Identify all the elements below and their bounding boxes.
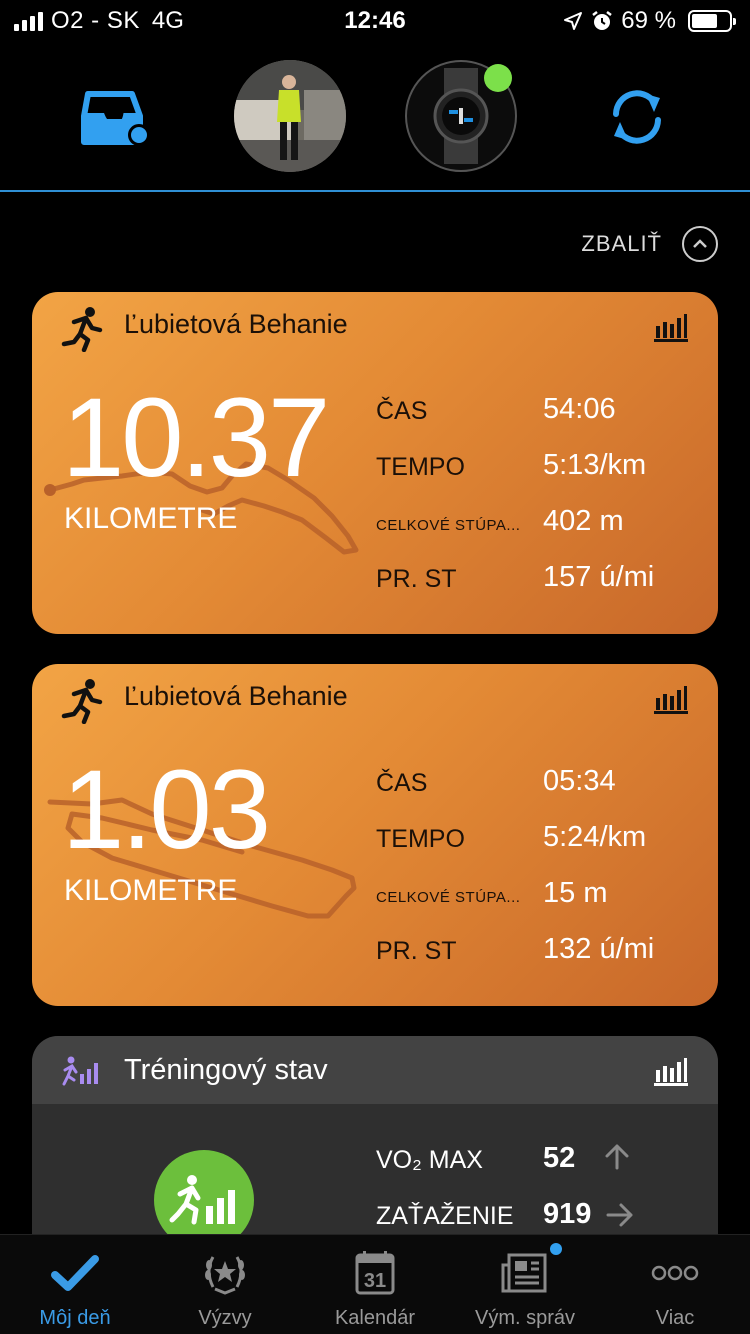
stat-label-pace: TEMPO: [376, 453, 465, 481]
sync-button[interactable]: [606, 86, 668, 148]
newsfeed-notification-dot: [550, 1243, 562, 1255]
arrow-right-icon: [606, 1203, 633, 1227]
more-icon: [651, 1265, 699, 1281]
stat-label-pace: TEMPO: [376, 825, 465, 853]
battery-level: [692, 14, 717, 28]
location-arrow-icon: [564, 12, 583, 30]
stat-label-ascent: CELKOVÉ STÚPA...: [376, 517, 521, 534]
activity-title: Ľubietová Behanie: [124, 681, 348, 711]
stat-label-time: ČAS: [376, 397, 428, 425]
stat-value-pace: 5:13/km: [543, 449, 647, 481]
device-connected-dot: [484, 64, 512, 92]
tab-newsfeed[interactable]: Vým. správ: [450, 1235, 600, 1334]
running-icon: [61, 679, 103, 724]
alarm-icon: [592, 11, 613, 30]
tab-bar: Môj deň Výzvy 31 Kalendár Vým. správ Via…: [0, 1234, 750, 1334]
arrow-up-icon: [605, 1144, 629, 1170]
metric-value-load: 919: [543, 1198, 592, 1230]
calendar-icon: 31: [355, 1251, 395, 1295]
stat-value-time: 54:06: [543, 393, 616, 425]
activity-card[interactable]: Ľubietová Behanie 1.03 KILOMETRE ČAS 05:…: [32, 664, 718, 1006]
sync-icon: [613, 90, 661, 144]
stat-value-pace: 5:24/km: [543, 821, 647, 853]
battery-percent: 69 %: [621, 7, 676, 34]
activity-card[interactable]: Ľubietová Behanie 10.37 KILOMETRE ČAS 54…: [32, 292, 718, 634]
metric-label-vo2max: VO₂ MAX: [376, 1146, 483, 1174]
activity-title: Ľubietová Behanie: [124, 309, 348, 339]
stat-value-cadence: 157 ú/mi: [543, 561, 655, 593]
tab-label: Môj deň: [39, 1307, 111, 1329]
user-avatar[interactable]: [234, 60, 346, 172]
metric-label-load: ZAŤAŽENIE: [376, 1202, 514, 1230]
running-icon: [61, 307, 103, 352]
stat-value-cadence: 132 ú/mi: [543, 933, 655, 965]
avatar-photo: [234, 60, 346, 172]
battery-icon: [688, 10, 736, 32]
distance-value: 10.37: [62, 375, 330, 500]
tab-challenges[interactable]: Výzvy: [150, 1235, 300, 1334]
distance-value: 1.03: [62, 747, 271, 872]
bar-chart-icon[interactable]: [654, 684, 688, 714]
stat-label-cadence: PR. ST: [376, 565, 457, 593]
laurel-icon: [205, 1256, 245, 1295]
training-status-card[interactable]: Tréningový stav VO₂ MAX 52 ZAŤAŽENIE 919: [32, 1036, 718, 1256]
inbox-notification-dot: [128, 124, 150, 146]
stat-value-ascent: 15 m: [543, 877, 608, 909]
top-navigation: [0, 42, 750, 192]
stat-label-ascent: CELKOVÉ STÚPA...: [376, 889, 521, 906]
collapse-toggle[interactable]: ZBALIŤ: [581, 224, 718, 264]
bar-chart-icon[interactable]: [654, 312, 688, 342]
tab-my-day[interactable]: Môj deň: [0, 1235, 150, 1334]
tab-calendar[interactable]: 31 Kalendár: [300, 1235, 450, 1334]
stat-value-time: 05:34: [543, 765, 616, 797]
stat-label-cadence: PR. ST: [376, 937, 457, 965]
metric-value-vo2max: 52: [543, 1142, 576, 1174]
calendar-day: 31: [364, 1270, 386, 1292]
status-right: 69 %: [563, 7, 736, 35]
chevron-up-icon: [682, 226, 718, 262]
tab-label: Viac: [655, 1307, 695, 1329]
checkmark-icon: [51, 1255, 99, 1291]
status-bar: O2 - SK 4G 12:46 69 %: [0, 0, 750, 42]
tab-label: Kalendár: [334, 1307, 416, 1329]
distance-unit: KILOMETRE: [64, 502, 238, 535]
tab-more[interactable]: Viac: [600, 1235, 750, 1334]
bar-chart-icon[interactable]: [654, 1056, 688, 1086]
tab-label: Vým. správ: [474, 1307, 576, 1329]
stat-label-time: ČAS: [376, 769, 428, 797]
newsfeed-icon: [501, 1253, 547, 1293]
collapse-label: ZBALIŤ: [581, 231, 662, 256]
training-status-icon: [62, 1056, 98, 1086]
distance-unit: KILOMETRE: [64, 874, 238, 907]
training-card-title: Tréningový stav: [124, 1054, 328, 1086]
tab-label: Výzvy: [198, 1307, 252, 1329]
stat-value-ascent: 402 m: [543, 505, 624, 537]
training-card-header: Tréningový stav: [32, 1036, 718, 1104]
